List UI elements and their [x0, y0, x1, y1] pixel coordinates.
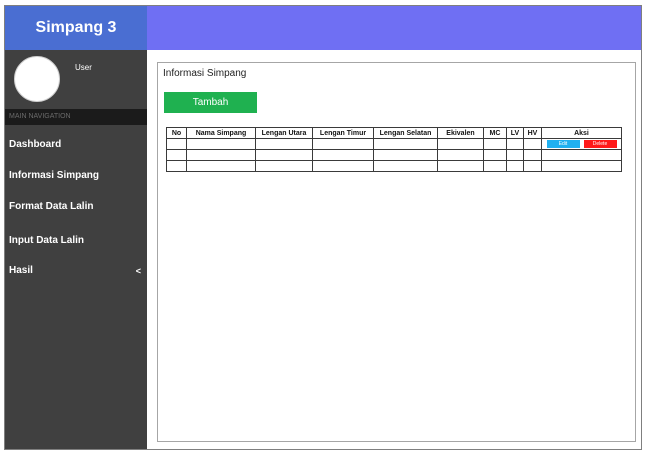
sidebar-item-label: Informasi Simpang	[9, 170, 100, 181]
column-header: Aksi	[541, 127, 622, 139]
add-button[interactable]: Tambah	[164, 92, 257, 113]
table-row	[166, 149, 622, 161]
sidebar-item-informasi-simpang[interactable]: Informasi Simpang	[9, 170, 143, 181]
sidebar-item-dashboard[interactable]: Dashboard	[9, 139, 143, 150]
sidebar-item-label: Hasil	[9, 265, 33, 276]
column-header: LV	[506, 127, 524, 139]
sidebar-item-input-data-lalin[interactable]: Input Data Lalin	[9, 235, 143, 246]
sidebar: User MAIN NAVIGATION Dashboard Informasi…	[5, 50, 147, 449]
actions-cell: Edit Delete	[541, 138, 622, 150]
column-header: MC	[483, 127, 507, 139]
column-header: No	[166, 127, 187, 139]
brand-title: Simpang 3	[35, 19, 117, 36]
column-header: Ekivalen	[437, 127, 484, 139]
column-header: Lengan Selatan	[373, 127, 438, 139]
user-avatar[interactable]	[14, 56, 60, 102]
edit-button[interactable]: Edit	[546, 140, 580, 148]
top-navbar	[147, 6, 641, 50]
table-row: Edit Delete	[166, 138, 622, 150]
sidebar-item-label: Format Data Lalin	[9, 201, 94, 212]
sidebar-item-hasil[interactable]: Hasil <	[9, 265, 143, 276]
column-header: Lengan Utara	[255, 127, 313, 139]
table-row	[166, 160, 622, 172]
user-name: User	[75, 63, 92, 72]
simpang-table: No Nama Simpang Lengan Utara Lengan Timu…	[166, 127, 622, 172]
column-header: Lengan Timur	[312, 127, 374, 139]
sidebar-item-label: Input Data Lalin	[9, 235, 84, 246]
sidebar-item-label: Dashboard	[9, 139, 62, 150]
content-panel: Informasi Simpang Tambah No Nama Simpang…	[157, 62, 636, 442]
sidebar-item-format-data-lalin[interactable]: Format Data Lalin	[9, 201, 143, 212]
table-header-row: No Nama Simpang Lengan Utara Lengan Timu…	[166, 127, 622, 139]
column-header: HV	[523, 127, 542, 139]
delete-button[interactable]: Delete	[583, 140, 617, 148]
page-title: Informasi Simpang	[163, 68, 247, 79]
add-button-label: Tambah	[192, 97, 229, 108]
chevron-left-icon: <	[135, 265, 141, 276]
column-header: Nama Simpang	[186, 127, 256, 139]
nav-header: MAIN NAVIGATION	[5, 109, 147, 125]
app-brand[interactable]: Simpang 3	[5, 6, 147, 50]
